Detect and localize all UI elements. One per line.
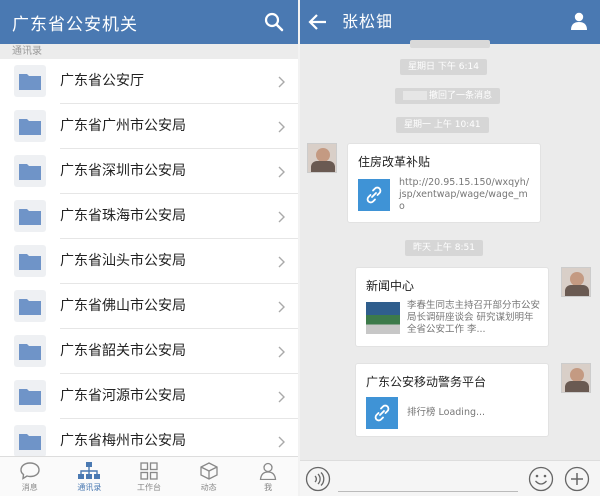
list-item-label: 广东省河源市公安局 <box>60 388 186 404</box>
list-item-label: 广东省深圳市公安局 <box>60 163 186 179</box>
cube-icon <box>199 462 218 480</box>
chat-panel: 张松钿 星期日 下午 6:14 撤回了一条消息 星期一 上午 10:41 住房改… <box>300 0 600 496</box>
news-thumbnail <box>366 302 400 334</box>
plus-icon[interactable] <box>564 466 590 492</box>
chevron-right-icon <box>278 436 285 448</box>
list-item[interactable]: 广东省佛山市公安局 <box>0 284 298 329</box>
chat-header: 张松钿 <box>300 0 600 44</box>
search-icon[interactable] <box>264 12 284 32</box>
emoji-icon[interactable] <box>528 466 554 492</box>
chevron-right-icon <box>278 166 285 178</box>
chevron-right-icon <box>278 76 285 88</box>
chevron-right-icon <box>278 211 285 223</box>
list-item[interactable]: 广东省广州市公安局 <box>0 104 298 149</box>
tab-me[interactable]: 我 <box>238 457 298 496</box>
timestamp: 星期日 下午 6:14 <box>400 59 487 75</box>
list-item-label: 广东省珠海市公安局 <box>60 208 186 224</box>
contacts-header: 广东省公安机关 <box>0 0 298 44</box>
folder-icon <box>14 380 46 412</box>
person-icon <box>259 462 277 480</box>
folder-icon <box>14 110 46 142</box>
message-bubble[interactable]: 住房改革补贴 http://20.95.15.150/wxqyh/jsp/xen… <box>347 143 541 223</box>
folder-icon <box>14 245 46 277</box>
list-item[interactable]: 广东省河源市公安局 <box>0 374 298 419</box>
section-label: 通讯录 <box>0 44 298 59</box>
org-chart-icon <box>78 462 101 479</box>
folder-icon <box>14 65 46 97</box>
recall-notice-text: 撤回了一条消息 <box>429 91 493 101</box>
screen: 广东省公安机关 通讯录 广东省公安厅 广东省广州市公安局 广东省深圳市公安局 广… <box>0 0 600 496</box>
avatar[interactable] <box>307 143 337 173</box>
list-item-label: 广东省公安厅 <box>60 73 144 89</box>
list-item[interactable]: 广东省深圳市公安局 <box>0 149 298 194</box>
chevron-right-icon <box>278 301 285 313</box>
folder-icon <box>14 200 46 232</box>
back-arrow-icon[interactable] <box>308 12 328 32</box>
timestamp: 星期一 上午 10:41 <box>396 117 489 133</box>
avatar[interactable] <box>561 363 591 393</box>
list-item[interactable]: 广东省珠海市公安局 <box>0 194 298 239</box>
message-title: 住房改革补贴 <box>358 155 431 169</box>
chat-input-bar <box>300 460 600 496</box>
message-bubble[interactable]: 新闻中心 李春生同志主持召开部分市公安局长调研座谈会 研究谋划明年全省公安工作 … <box>355 267 549 347</box>
timestamp: 昨天 上午 8:51 <box>405 240 483 256</box>
folder-icon <box>14 155 46 187</box>
grid-icon <box>140 462 158 480</box>
avatar[interactable] <box>561 267 591 297</box>
contacts-panel: 广东省公安机关 通讯录 广东省公安厅 广东省广州市公安局 广东省深圳市公安局 广… <box>0 0 298 496</box>
list-item[interactable]: 广东省公安厅 <box>0 59 298 104</box>
tab-contacts[interactable]: 通讯录 <box>60 457 120 496</box>
tab-label: 通讯录 <box>77 483 102 492</box>
contact-name: 张松钿 <box>342 12 394 31</box>
list-item[interactable]: 广东省韶关市公安局 <box>0 329 298 374</box>
list-item-label: 广东省佛山市公安局 <box>60 298 186 314</box>
folder-icon <box>14 335 46 367</box>
chevron-right-icon <box>278 346 285 358</box>
tab-messages[interactable]: 消息 <box>0 457 60 496</box>
timestamp-partial <box>410 40 490 48</box>
tab-label: 我 <box>264 483 273 492</box>
message-summary: 排行榜 Loading... <box>407 407 486 418</box>
tab-moments[interactable]: 动态 <box>179 457 239 496</box>
tab-label: 消息 <box>21 483 38 492</box>
tab-workbench[interactable]: 工作台 <box>119 457 179 496</box>
message-link-text: http://20.95.15.150/wxqyh/jsp/xentwap/wa… <box>399 177 530 212</box>
message-title: 广东公安移动警务平台 <box>366 375 487 389</box>
recall-notice: 撤回了一条消息 <box>395 88 501 104</box>
tab-label: 动态 <box>200 483 217 492</box>
bottom-tab-bar: 消息 通讯录 工作台 动态 我 <box>0 456 298 496</box>
tab-label: 工作台 <box>136 483 161 492</box>
message-summary: 李春生同志主持召开部分市公安局长调研座谈会 研究谋划明年全省公安工作 李... <box>407 300 541 335</box>
message-bubble[interactable]: 广东公安移动警务平台 排行榜 Loading... <box>355 363 549 437</box>
list-item[interactable]: 广东省汕头市公安局 <box>0 239 298 284</box>
message-input[interactable] <box>338 491 518 492</box>
chevron-right-icon <box>278 256 285 268</box>
chat-icon <box>20 462 40 480</box>
list-item-label: 广东省汕头市公安局 <box>60 253 186 269</box>
page-title: 广东省公安机关 <box>12 14 138 35</box>
contact-profile-icon[interactable] <box>570 12 588 30</box>
list-item-label: 广东省广州市公安局 <box>60 118 186 134</box>
folder-icon <box>14 290 46 322</box>
chevron-right-icon <box>278 391 285 403</box>
link-icon <box>366 397 398 429</box>
list-item-label: 广东省韶关市公安局 <box>60 343 186 359</box>
folder-icon <box>14 425 46 457</box>
link-icon <box>358 179 390 211</box>
chevron-right-icon <box>278 121 285 133</box>
voice-icon[interactable] <box>305 466 331 492</box>
message-title: 新闻中心 <box>366 279 415 293</box>
